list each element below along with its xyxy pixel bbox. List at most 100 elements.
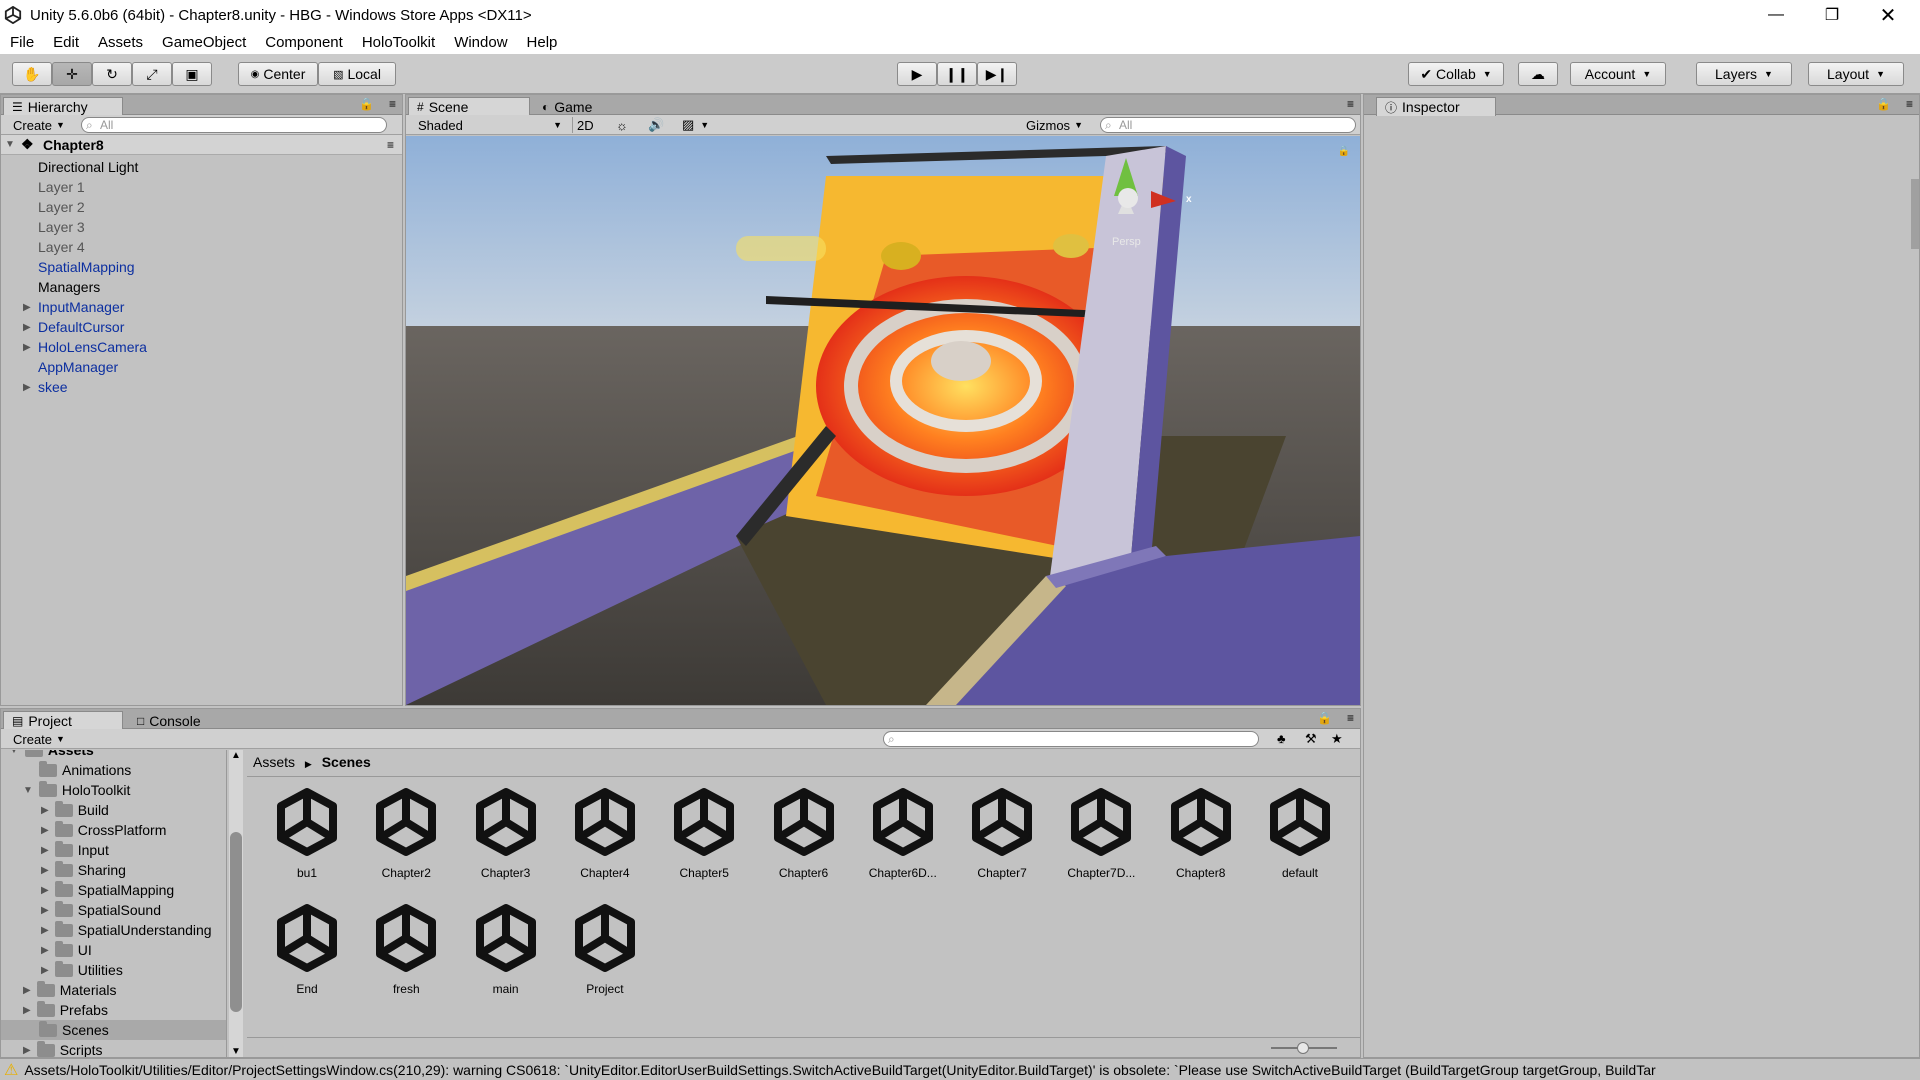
tree-item[interactable]: ▶ CrossPlatform [41,820,166,840]
hierarchy-item[interactable]: Layer 4 [1,237,402,257]
expand-arrow-icon[interactable]: ▶ [23,342,31,353]
step-button[interactable]: ▶❙ [977,62,1017,86]
expand-arrow-icon[interactable]: ▶ [23,1045,31,1056]
tab-hierarchy[interactable]: ☰ Hierarchy [3,97,123,116]
hierarchy-search-input[interactable]: ⌕ All [81,117,387,133]
expand-arrow-icon[interactable]: ▼ [23,785,33,796]
asset-item[interactable]: End [261,902,353,996]
expand-arrow-icon[interactable]: ▶ [23,985,31,996]
tree-item[interactable]: ▼ Assets [9,750,94,760]
pause-button[interactable]: ❙❙ [937,62,977,86]
tree-scrollbar-track[interactable]: ▲ ▼ [229,750,243,1057]
project-search-input[interactable]: ⌕ [883,731,1259,747]
pivot-local-button[interactable]: ▧ Local [318,62,396,86]
tree-item[interactable]: ▶ UI [41,940,92,960]
tree-item[interactable]: ▶ Scripts [23,1040,103,1057]
tab-game[interactable]: ◐ Game [534,97,624,116]
hierarchy-item[interactable]: Layer 2 [1,197,402,217]
scene-search-input[interactable]: ⌕ All [1100,117,1356,133]
hierarchy-item[interactable]: ▶ HoloLensCamera [1,337,402,357]
menu-assets[interactable]: Assets [98,34,143,51]
expand-arrow-icon[interactable]: ▶ [23,302,31,313]
scale-tool-button[interactable]: ⤢ [132,62,172,86]
minimize-button[interactable]: — [1748,0,1804,30]
expand-arrow-icon[interactable]: ▶ [41,805,49,816]
asset-item[interactable]: Chapter8 [1155,786,1247,880]
expand-arrow-icon[interactable]: ▶ [41,845,49,856]
close-button[interactable]: ✕ [1860,0,1916,30]
tree-item[interactable]: ▶ Materials [23,980,117,1000]
favorite-star-icon[interactable]: ★ [1331,731,1343,747]
tab-console[interactable]: □ Console [129,711,239,730]
move-tool-button[interactable]: ✛ [52,62,92,86]
hierarchy-item[interactable]: AppManager [1,357,402,377]
project-create-button[interactable]: Create ▼ [9,731,65,747]
gizmo-lock-icon[interactable]: 🔒 [1338,146,1350,157]
status-bar[interactable]: ⚠ Assets/HoloToolkit/Utilities/Editor/Pr… [0,1058,1920,1080]
tree-item[interactable]: ▶ SpatialMapping [41,880,174,900]
rect-tool-button[interactable]: ▣ [172,62,212,86]
audio-toggle[interactable]: 🔊 [644,117,664,133]
pivot-center-button[interactable]: ◉ Center [238,62,318,86]
cloud-button[interactable]: ☁ [1518,62,1558,86]
asset-item[interactable]: fresh [360,902,452,996]
tree-item[interactable]: ▶ Sharing [41,860,126,880]
menu-edit[interactable]: Edit [53,34,79,51]
menu-file[interactable]: File [10,34,34,51]
asset-item[interactable]: Chapter7D... [1055,786,1147,880]
layers-dropdown[interactable]: Layers ▼ [1696,62,1792,86]
tab-project[interactable]: ▤ Project [3,711,123,730]
inspector-scrollbar[interactable] [1911,179,1919,249]
tree-item[interactable]: ▶ SpatialUnderstanding [41,920,212,940]
scene-viewport[interactable]: x Persp 🔒 [406,136,1360,705]
asset-item[interactable]: default [1254,786,1346,880]
menu-gameobject[interactable]: GameObject [162,34,246,51]
hierarchy-item[interactable]: ▶ DefaultCursor [1,317,402,337]
tree-item[interactable]: ▶ Input [41,840,109,860]
icon-size-slider-knob[interactable] [1297,1042,1309,1054]
hierarchy-item[interactable]: SpatialMapping [1,257,402,277]
expand-arrow-icon[interactable]: ▶ [23,1005,31,1016]
asset-item[interactable]: Chapter6 [758,786,850,880]
tree-item-selected[interactable]: Scenes [39,1020,109,1040]
expand-arrow-icon[interactable]: ▶ [23,382,31,393]
tab-inspector[interactable]: ⓘ Inspector [1376,97,1496,116]
expand-arrow-icon[interactable]: ▼ [9,750,19,756]
shading-dropdown[interactable]: Shaded ▼ [414,117,566,133]
filter-type-icon[interactable]: ♣ [1277,731,1286,746]
panel-menu-icon[interactable]: ≡ [1906,97,1913,111]
expand-arrow-icon[interactable]: ▶ [41,825,49,836]
panel-menu-icon[interactable]: ≡ [1347,97,1354,111]
tab-scene[interactable]: # Scene [408,97,530,116]
rotate-tool-button[interactable]: ↻ [92,62,132,86]
maximize-button[interactable]: ❐ [1804,0,1860,30]
scroll-up-icon[interactable]: ▲ [231,750,241,761]
panel-menu-icon[interactable]: ≡ [389,97,396,111]
scene-menu-icon[interactable]: ≡ [387,138,394,152]
hierarchy-item[interactable]: Layer 1 [1,177,402,197]
hierarchy-item[interactable]: Managers [1,277,402,297]
filter-label-icon[interactable]: ⚒ [1305,731,1317,747]
tree-item[interactable]: ▶ Utilities [41,960,123,980]
asset-item[interactable]: Chapter6D... [857,786,949,880]
gizmos-dropdown[interactable]: Gizmos ▼ [1022,117,1083,133]
asset-item[interactable]: Project [559,902,651,996]
effects-dropdown[interactable]: ▨ ▼ [678,117,709,133]
lighting-toggle[interactable]: ☼ [612,117,628,133]
expand-arrow-icon[interactable]: ▶ [41,865,49,876]
hierarchy-item[interactable]: ▶ InputManager [1,297,402,317]
tree-item[interactable]: Animations [39,760,131,780]
lock-icon[interactable]: 🔒 [359,97,374,111]
asset-item[interactable]: Chapter2 [360,786,452,880]
expand-arrow-icon[interactable]: ▼ [5,139,15,150]
menu-holotoolkit[interactable]: HoloToolkit [362,34,435,51]
asset-item[interactable]: bu1 [261,786,353,880]
panel-menu-icon[interactable]: ≡ [1347,711,1354,725]
asset-item[interactable]: Chapter7 [956,786,1048,880]
expand-arrow-icon[interactable]: ▶ [41,905,49,916]
breadcrumb-current[interactable]: Scenes [322,754,371,770]
menu-component[interactable]: Component [265,34,343,51]
tree-item[interactable]: ▶ Prefabs [23,1000,108,1020]
expand-arrow-icon[interactable]: ▶ [23,322,31,333]
lock-icon[interactable]: 🔒 [1317,711,1332,725]
